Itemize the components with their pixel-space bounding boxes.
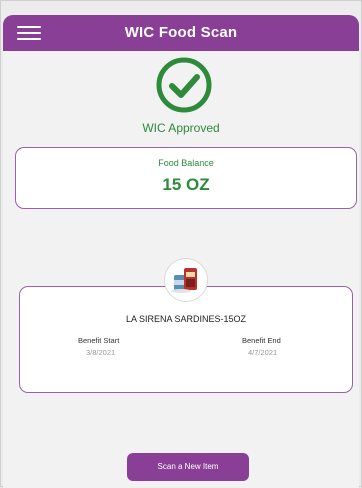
item-name: LA SIRENA SARDINES-15OZ (125, 314, 247, 324)
scan-new-item-button[interactable]: Scan a New Item (127, 453, 249, 481)
approval-status-text: WIC Approved (142, 121, 220, 135)
food-balance-label: Food Balance (158, 158, 214, 168)
sardine-can-product-icon (164, 258, 208, 302)
item-details-card: LA SIRENA SARDINES-15OZ Benefit Start 3/… (19, 286, 353, 393)
food-balance-card: Food Balance 15 OZ (15, 147, 357, 209)
benefit-start-date: 3/8/2021 (86, 348, 116, 357)
benefit-end-date: 4/7/2021 (248, 348, 278, 357)
app-header: WIC Food Scan (3, 15, 359, 51)
main-content: WIC Approved Food Balance 15 OZ LA SIREN… (3, 51, 359, 488)
page-title: WIC Food Scan (124, 24, 238, 41)
benefit-start-label: Benefit Start (78, 336, 120, 345)
benefit-end-label: Benefit End (242, 336, 281, 345)
check-circle-icon (156, 57, 212, 113)
app-frame: WIC Food Scan WIC Approved Food Balance … (0, 0, 362, 488)
food-balance-value: 15 OZ (162, 175, 210, 194)
